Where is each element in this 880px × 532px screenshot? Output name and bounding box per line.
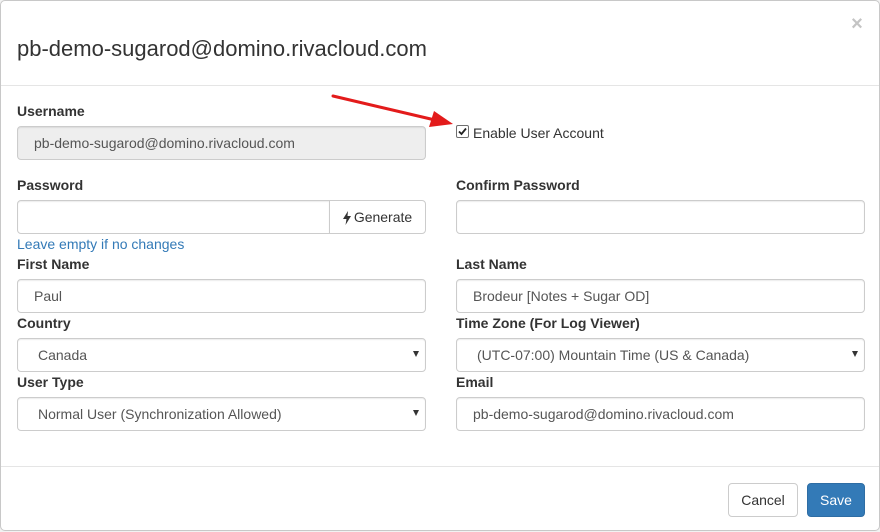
last-name-input[interactable]: Brodeur [Notes + Sugar OD]: [456, 279, 865, 313]
confirm-password-label: Confirm Password: [456, 177, 580, 193]
caret-down-icon: [852, 351, 858, 357]
close-icon[interactable]: ×: [849, 14, 865, 34]
dialog-footer: Cancel Save: [1, 466, 879, 532]
country-value: Canada: [17, 338, 426, 372]
user-type-label: User Type: [17, 374, 84, 390]
dialog-title: pb-demo-sugarod@domino.rivacloud.com: [17, 36, 427, 61]
caret-down-icon: [413, 410, 419, 416]
caret-down-icon: [413, 351, 419, 357]
time-zone-label: Time Zone (For Log Viewer): [456, 315, 640, 331]
email-input[interactable]: pb-demo-sugarod@domino.rivacloud.com: [456, 397, 865, 431]
dialog-header: pb-demo-sugarod@domino.rivacloud.com ×: [1, 1, 879, 86]
user-type-select[interactable]: Normal User (Synchronization Allowed): [17, 397, 426, 431]
edit-user-dialog: pb-demo-sugarod@domino.rivacloud.com × U…: [0, 0, 880, 531]
time-zone-select[interactable]: (UTC-07:00) Mountain Time (US & Canada): [456, 338, 865, 372]
cancel-button[interactable]: Cancel: [728, 483, 798, 517]
generate-password-button[interactable]: Generate: [329, 200, 426, 234]
username-field[interactable]: pb-demo-sugarod@domino.rivacloud.com: [17, 126, 426, 160]
country-select[interactable]: Canada: [17, 338, 426, 372]
red-arrow-icon: [331, 94, 453, 127]
user-type-value: Normal User (Synchronization Allowed): [17, 397, 426, 431]
generate-label: Generate: [353, 209, 413, 225]
last-name-label: Last Name: [456, 256, 527, 272]
time-zone-value: (UTC-07:00) Mountain Time (US & Canada): [456, 338, 865, 372]
country-label: Country: [17, 315, 71, 331]
password-label: Password: [17, 177, 84, 193]
password-input[interactable]: [17, 200, 330, 234]
email-label: Email: [456, 374, 494, 390]
first-name-input[interactable]: Paul: [17, 279, 426, 313]
lightning-bolt-icon: [342, 211, 351, 226]
enable-account-checkbox[interactable]: [456, 125, 469, 138]
enable-account-label: Enable User Account: [473, 125, 604, 141]
username-label: Username: [17, 103, 85, 119]
password-help-link[interactable]: Leave empty if no changes: [17, 235, 184, 253]
save-button[interactable]: Save: [807, 483, 865, 517]
confirm-password-input[interactable]: [456, 200, 865, 234]
first-name-label: First Name: [17, 256, 90, 272]
checkmark-icon: [458, 127, 467, 136]
